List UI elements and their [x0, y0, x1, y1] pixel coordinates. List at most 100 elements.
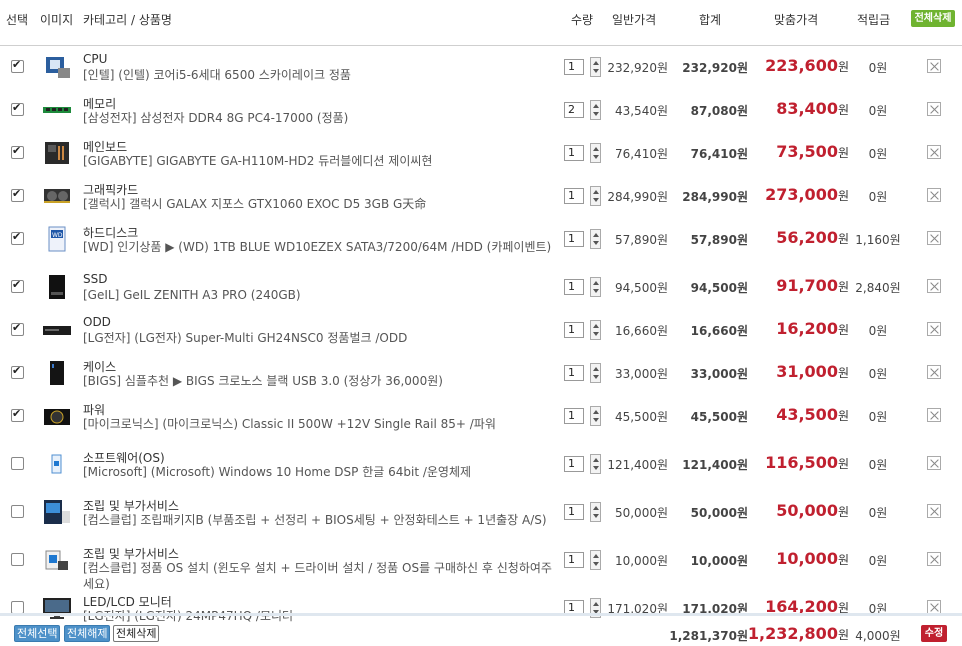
item-custom-amount: 83,400: [776, 99, 838, 118]
delete-item-icon[interactable]: [927, 102, 941, 116]
item-select-checkbox[interactable]: [11, 407, 24, 422]
item-custom-amount: 43,500: [776, 405, 838, 424]
header-total: 합계: [699, 13, 722, 27]
qty-spinner-icon[interactable]: [590, 143, 601, 163]
footer-points: 4,000원: [855, 629, 901, 643]
delete-item-icon[interactable]: [927, 456, 941, 470]
item-total: 284,990원: [682, 190, 748, 204]
modify-button[interactable]: 수정: [921, 625, 947, 642]
item-product-name[interactable]: [LG전자] (LG전자) Super-Multi GH24NSC0 정품벌크 …: [83, 330, 561, 346]
qty-spinner-icon[interactable]: [590, 502, 601, 522]
item-points: 0원: [868, 104, 888, 118]
item-select-checkbox[interactable]: [11, 58, 24, 73]
item-qty-input[interactable]: 1: [564, 188, 584, 204]
item-qty-input[interactable]: 1: [564, 504, 584, 520]
cpu-icon: [42, 54, 72, 80]
item-select-checkbox[interactable]: [11, 187, 24, 202]
qty-spinner-icon[interactable]: [590, 454, 601, 474]
delete-item-icon[interactable]: [927, 59, 941, 73]
item-qty-input[interactable]: 1: [564, 456, 584, 472]
item-category: SSD: [83, 272, 108, 286]
item-product-name[interactable]: [갤럭시] 갤럭시 GALAX 지포스 GTX1060 EXOC D5 3GB …: [83, 196, 561, 212]
item-total: 57,890원: [690, 233, 748, 247]
cart-item-row: ODD [LG전자] (LG전자) Super-Multi GH24NSC0 정…: [0, 309, 962, 352]
deselect-all-button[interactable]: 전체해제: [64, 625, 111, 642]
delete-item-icon[interactable]: [927, 188, 941, 202]
qty-spinner-icon[interactable]: [590, 57, 601, 77]
delete-item-icon[interactable]: [927, 408, 941, 422]
item-product-name[interactable]: [삼성전자] 삼성전자 DDR4 8G PC4-17000 (정품): [83, 110, 561, 126]
cart-item-row: 그래픽카드 [갤럭시] 갤럭시 GALAX 지포스 GTX1060 EXOC D…: [0, 175, 962, 218]
item-total: 232,920원: [682, 61, 748, 75]
cart-item-row: 파워 [마이크로닉스] (마이크로닉스) Classic II 500W +12…: [0, 395, 962, 443]
item-qty-input[interactable]: 1: [564, 279, 584, 295]
qty-spinner-icon[interactable]: [590, 229, 601, 249]
qty-spinner-icon[interactable]: [590, 277, 601, 297]
item-select-checkbox[interactable]: [11, 553, 24, 566]
item-qty-input[interactable]: 1: [564, 408, 584, 424]
item-qty-input[interactable]: 1: [564, 145, 584, 161]
item-custom-price: 16,200원: [776, 319, 849, 338]
delete-item-icon[interactable]: [927, 552, 941, 566]
delete-all-button-top[interactable]: 전체삭제: [911, 10, 955, 27]
item-qty-input[interactable]: 1: [564, 322, 584, 338]
odd-icon: [42, 317, 72, 343]
qty-spinner-icon[interactable]: [590, 550, 601, 570]
delete-item-icon[interactable]: [927, 365, 941, 379]
header-qty: 수량: [571, 13, 594, 27]
footer-custom-unit: 원: [837, 628, 849, 642]
item-product-name[interactable]: [GeIL] GeIL ZENITH A3 PRO (240GB): [83, 287, 561, 303]
item-price: 16,660원: [614, 324, 668, 338]
header-select: 선택: [6, 13, 29, 27]
item-custom-amount: 50,000: [776, 501, 838, 520]
delete-all-button[interactable]: 전체삭제: [113, 625, 160, 642]
delete-item-icon[interactable]: [927, 279, 941, 293]
item-product-name[interactable]: [컴스클럽] 조립패키지B (부품조립 + 선정리 + BIOS세팅 + 안정화…: [83, 512, 561, 528]
delete-item-icon[interactable]: [927, 231, 941, 245]
item-total: 76,410원: [690, 147, 748, 161]
item-custom-price: 223,600원: [765, 56, 849, 75]
item-custom-price: 73,500원: [776, 142, 849, 161]
qty-spinner-icon[interactable]: [590, 406, 601, 426]
delete-item-icon[interactable]: [927, 145, 941, 159]
item-custom-amount: 223,600: [765, 56, 838, 75]
delete-item-icon[interactable]: [927, 600, 941, 614]
qty-spinner-icon[interactable]: [590, 100, 601, 120]
item-select-checkbox[interactable]: [11, 364, 24, 379]
item-custom-price: 273,000원: [765, 185, 849, 204]
item-select-checkbox[interactable]: [11, 321, 24, 336]
memory-icon: [42, 97, 72, 123]
item-product-name[interactable]: [Microsoft] (Microsoft) Windows 10 Home …: [83, 464, 561, 480]
delete-item-icon[interactable]: [927, 322, 941, 336]
item-price: 45,500원: [614, 410, 668, 424]
item-custom-unit: 원: [837, 103, 849, 117]
item-points: 0원: [868, 410, 888, 424]
qty-spinner-icon[interactable]: [590, 363, 601, 383]
item-price: 232,920원: [607, 61, 668, 75]
header-price: 일반가격: [612, 13, 657, 27]
delete-item-icon[interactable]: [927, 504, 941, 518]
qty-spinner-icon[interactable]: [590, 320, 601, 340]
select-all-button[interactable]: 전체선택: [14, 625, 61, 642]
item-select-checkbox[interactable]: [11, 144, 24, 159]
item-product-name[interactable]: [인텔] (인텔) 코어i5-6세대 6500 스카이레이크 정품: [83, 67, 561, 83]
item-select-checkbox[interactable]: [11, 457, 24, 470]
item-qty-input[interactable]: 1: [564, 231, 584, 247]
cart-item-row: 메인보드 [GIGABYTE] GIGABYTE GA-H110M-HD2 듀러…: [0, 132, 962, 175]
item-custom-unit: 원: [837, 457, 849, 471]
item-qty-input[interactable]: 1: [564, 552, 584, 568]
item-points: 0원: [868, 324, 888, 338]
qty-spinner-icon[interactable]: [590, 186, 601, 206]
item-select-checkbox[interactable]: [11, 230, 24, 245]
item-product-name[interactable]: [마이크로닉스] (마이크로닉스) Classic II 500W +12V S…: [83, 416, 561, 432]
footer-custom-amount: 1,232,800: [747, 624, 838, 643]
item-select-checkbox[interactable]: [11, 101, 24, 116]
item-product-name[interactable]: [GIGABYTE] GIGABYTE GA-H110M-HD2 듀러블에디션 …: [83, 153, 561, 169]
item-select-checkbox[interactable]: [11, 278, 24, 293]
item-product-name[interactable]: [WD] 인기상품 ▶ (WD) 1TB BLUE WD10EZEX SATA3…: [83, 239, 561, 255]
item-product-name[interactable]: [BIGS] 심플추천 ▶ BIGS 크로노스 블랙 USB 3.0 (정상가 …: [83, 373, 561, 389]
item-qty-input[interactable]: 2: [564, 102, 584, 118]
item-qty-input[interactable]: 1: [564, 365, 584, 381]
item-qty-input[interactable]: 1: [564, 59, 584, 75]
item-select-checkbox[interactable]: [11, 505, 24, 518]
